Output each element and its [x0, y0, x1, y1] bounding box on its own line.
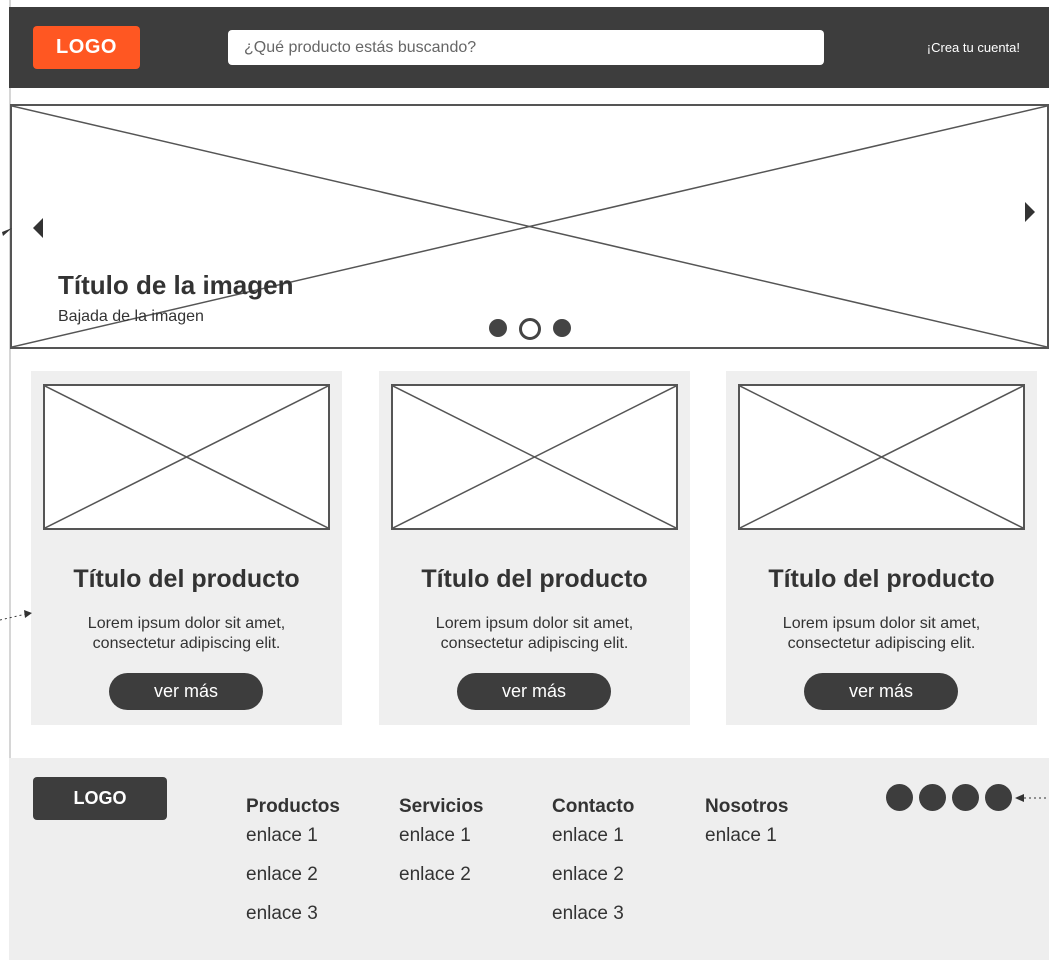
product-description: Lorem ipsum dolor sit amet, consectetur …: [31, 614, 342, 654]
product-description: Lorem ipsum dolor sit amet, consectetur …: [379, 614, 690, 654]
product-card: Título del producto Lorem ipsum dolor si…: [726, 371, 1037, 725]
carousel-prev-arrow-icon[interactable]: [33, 218, 43, 238]
header-logo[interactable]: LOGO: [33, 26, 140, 69]
search-input[interactable]: [228, 30, 824, 65]
footer-link[interactable]: enlace 1: [246, 825, 340, 864]
product-description-line: consectetur adipiscing elit.: [440, 635, 629, 652]
product-description-line: consectetur adipiscing elit.: [787, 635, 976, 652]
product-title: Título del producto: [73, 565, 300, 593]
carousel-pagination: [489, 318, 571, 340]
footer-link[interactable]: enlace 1: [552, 825, 634, 864]
product-description-line: Lorem ipsum dolor sit amet,: [87, 615, 286, 632]
carousel-dot-1[interactable]: [489, 319, 507, 337]
carousel-next-arrow-icon[interactable]: [1025, 202, 1035, 222]
footer-link[interactable]: enlace 2: [552, 864, 634, 903]
footer-link[interactable]: enlace 1: [705, 825, 788, 864]
product-description-line: Lorem ipsum dolor sit amet,: [782, 615, 981, 632]
carousel-dot-3[interactable]: [553, 319, 571, 337]
hero-subtitle: Bajada de la imagen: [58, 308, 204, 325]
social-icon[interactable]: [886, 784, 913, 811]
carousel-dot-2-active[interactable]: [519, 318, 541, 340]
social-icons: [886, 784, 1012, 811]
product-card: Título del producto Lorem ipsum dolor si…: [379, 371, 690, 725]
product-description-line: Lorem ipsum dolor sit amet,: [435, 615, 634, 632]
product-image-placeholder: [391, 384, 678, 530]
hero-title: Título de la imagen: [58, 270, 294, 300]
annotation-arrow-icon: [1015, 794, 1049, 802]
footer-column-title: Servicios: [399, 796, 484, 817]
footer-link[interactable]: enlace 2: [399, 864, 484, 903]
footer-column-title: Nosotros: [705, 796, 789, 817]
product-description-line: consectetur adipiscing elit.: [92, 635, 281, 652]
product-title: Título del producto: [768, 565, 995, 593]
footer-link[interactable]: enlace 2: [246, 864, 340, 903]
see-more-button[interactable]: ver más: [457, 673, 611, 710]
social-icon[interactable]: [952, 784, 979, 811]
footer-link[interactable]: enlace 3: [552, 903, 634, 942]
product-image-placeholder: [738, 384, 1025, 530]
site-header: LOGO ¡Crea tu cuenta!: [9, 7, 1049, 88]
product-card: Título del producto Lorem ipsum dolor si…: [31, 371, 342, 725]
site-footer: LOGO Productos enlace 1 enlace 2 enlace …: [9, 758, 1049, 960]
footer-column-title: Productos: [246, 796, 340, 817]
footer-column-servicios: Servicios enlace 1 enlace 2: [399, 796, 484, 903]
annotation-arrow-icon: [0, 610, 32, 621]
see-more-button[interactable]: ver más: [109, 673, 263, 710]
footer-column-productos: Productos enlace 1 enlace 2 enlace 3: [246, 796, 340, 942]
hero-carousel: Título de la imagen Bajada de la imagen: [10, 104, 1049, 349]
product-title: Título del producto: [421, 565, 648, 593]
see-more-button[interactable]: ver más: [804, 673, 958, 710]
footer-column-contacto: Contacto enlace 1 enlace 2 enlace 3: [552, 796, 634, 942]
annotation-arrow-icon: [2, 228, 12, 236]
footer-link[interactable]: enlace 3: [246, 903, 340, 942]
social-icon[interactable]: [985, 784, 1012, 811]
footer-logo[interactable]: LOGO: [33, 777, 167, 820]
product-description: Lorem ipsum dolor sit amet, consectetur …: [726, 614, 1037, 654]
create-account-link[interactable]: ¡Crea tu cuenta!: [927, 40, 1020, 55]
footer-column-nosotros: Nosotros enlace 1: [705, 796, 788, 864]
footer-link[interactable]: enlace 1: [399, 825, 484, 864]
product-image-placeholder: [43, 384, 330, 530]
footer-column-title: Contacto: [552, 796, 635, 817]
social-icon[interactable]: [919, 784, 946, 811]
